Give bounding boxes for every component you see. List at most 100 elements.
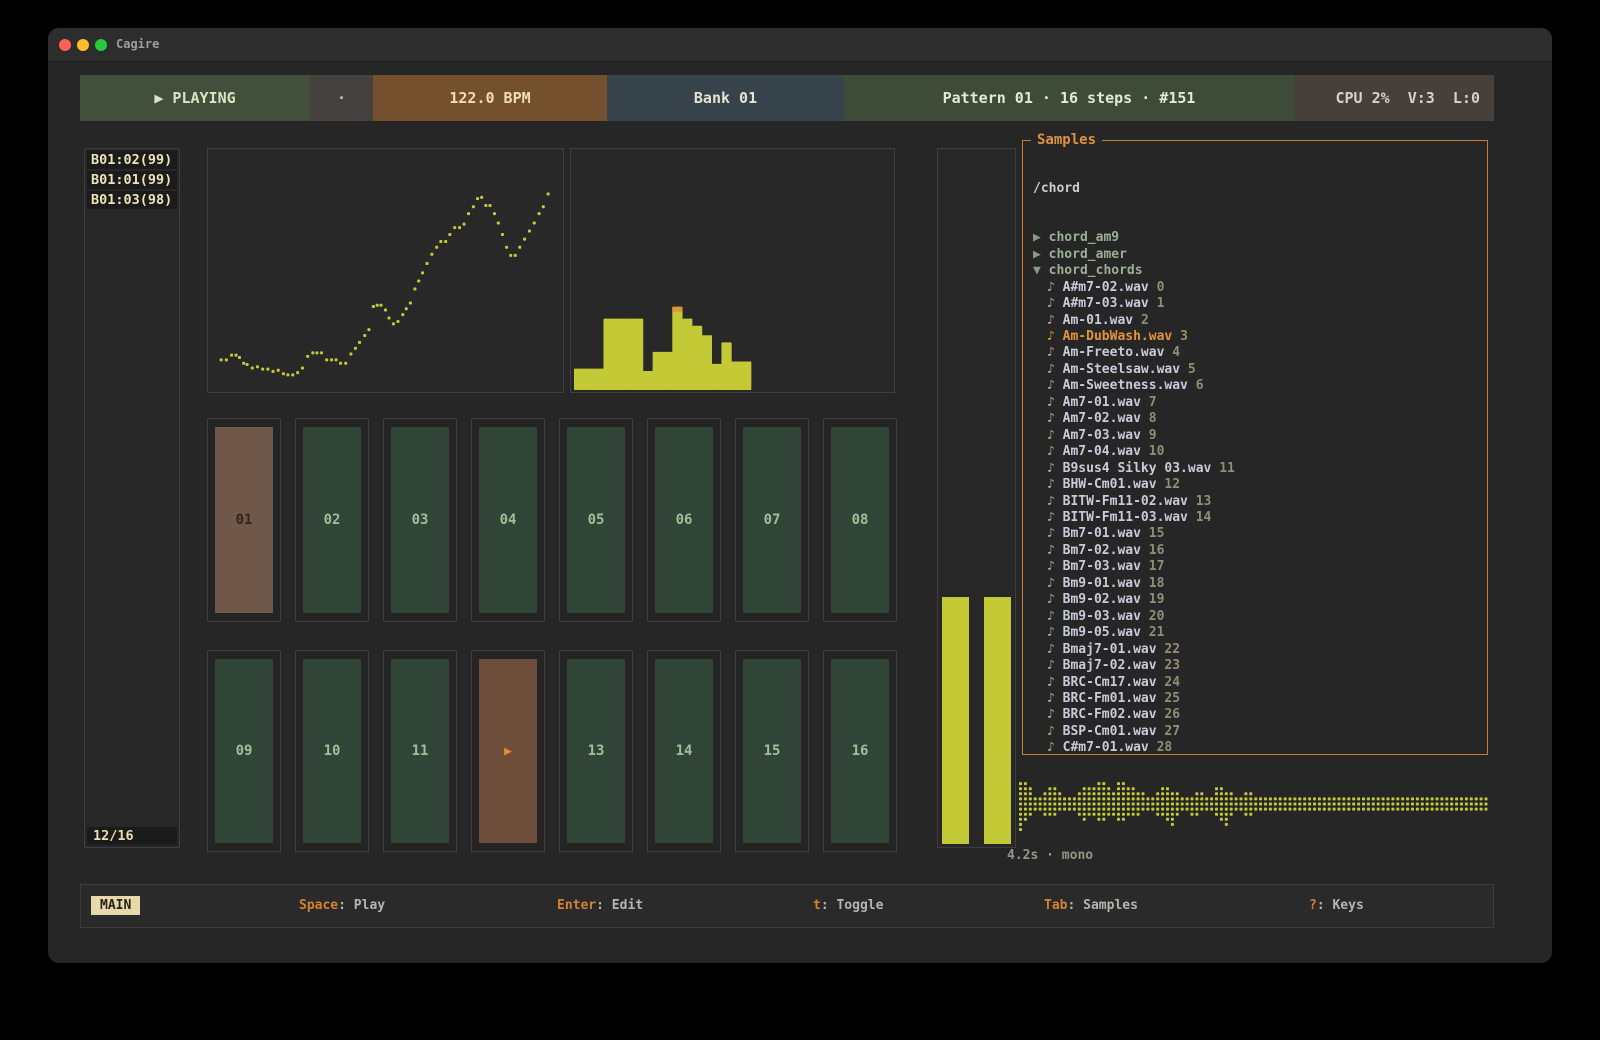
sample-file-27[interactable]: ♪ BSP-Cm01.wav 27 <box>1033 724 1483 740</box>
waveform-dot <box>1102 813 1105 816</box>
scatter-point <box>220 358 223 361</box>
scatter-point <box>463 223 466 226</box>
pad-15[interactable]: 15 <box>735 650 809 852</box>
waveform-dot <box>1323 808 1326 811</box>
sample-file-8[interactable]: ♪ Am7-02.wav 8 <box>1033 411 1483 427</box>
waveform-dot <box>1352 808 1355 811</box>
waveform-dot <box>1024 782 1027 785</box>
waveform-dot <box>1421 803 1424 806</box>
pad-05[interactable]: 05 <box>559 418 633 622</box>
pad-02[interactable]: 02 <box>295 418 369 622</box>
sample-file-25[interactable]: ♪ BRC-Fm01.wav 25 <box>1033 691 1483 707</box>
waveform-dot <box>1254 797 1257 800</box>
hint-label: : Toggle <box>821 898 884 913</box>
waveform-dot <box>1445 803 1448 806</box>
sample-file-2[interactable]: ♪ Am-01.wav 2 <box>1033 313 1483 329</box>
sample-file-22[interactable]: ♪ Bmaj7-01.wav 22 <box>1033 642 1483 658</box>
pad-fill-03: 03 <box>391 427 449 613</box>
sample-file-1[interactable]: ♪ A#m7-03.wav 1 <box>1033 296 1483 312</box>
sample-file-index: 20 <box>1149 609 1165 624</box>
pad-12[interactable]: ▶ <box>471 650 545 852</box>
pad-08[interactable]: 08 <box>823 418 897 622</box>
sample-file-19[interactable]: ♪ Bm9-02.wav 19 <box>1033 592 1483 608</box>
sample-file-index: 15 <box>1149 526 1165 541</box>
sample-file-3[interactable]: ♪ Am-DubWash.wav 3 <box>1033 329 1483 345</box>
zoom-window-button[interactable] <box>95 39 107 51</box>
sample-file-index: 10 <box>1149 444 1165 459</box>
pad-10[interactable]: 10 <box>295 650 369 852</box>
waveform-dot <box>1445 808 1448 811</box>
pad-09[interactable]: 09 <box>207 650 281 852</box>
sample-file-26[interactable]: ♪ BRC-Fm02.wav 26 <box>1033 707 1483 723</box>
close-window-button[interactable] <box>59 39 71 51</box>
folder-chord_am9[interactable]: ▶ chord_am9 <box>1033 230 1483 246</box>
pad-01[interactable]: 01 <box>207 418 281 622</box>
pad-16[interactable]: 16 <box>823 650 897 852</box>
waveform-dot <box>1166 787 1169 790</box>
pad-04[interactable]: 04 <box>471 418 545 622</box>
sample-file-23[interactable]: ♪ Bmaj7-02.wav 23 <box>1033 658 1483 674</box>
waveform-dot <box>1102 792 1105 795</box>
window-title: Cagire <box>116 37 159 51</box>
sample-file-10[interactable]: ♪ Am7-04.wav 10 <box>1033 444 1483 460</box>
sample-file-14[interactable]: ♪ BITW-Fm11-03.wav 14 <box>1033 510 1483 526</box>
sample-file-index: 22 <box>1164 642 1180 657</box>
waveform-dot <box>1377 797 1380 800</box>
pad-03[interactable]: 03 <box>383 418 457 622</box>
pad-14[interactable]: 14 <box>647 650 721 852</box>
scatter-point <box>518 246 521 249</box>
sample-file-11[interactable]: ♪ B9sus4 Silky 03.wav 11 <box>1033 461 1483 477</box>
music-note-icon: ♪ <box>1033 707 1063 722</box>
waveform-dot <box>1406 797 1409 800</box>
scatter-point <box>301 366 304 369</box>
sample-file-17[interactable]: ♪ Bm7-03.wav 17 <box>1033 559 1483 575</box>
queue-counter: 12/16 <box>87 827 177 845</box>
pad-label: 13 <box>588 743 605 759</box>
pad-11[interactable]: 11 <box>383 650 457 852</box>
sample-file-20[interactable]: ♪ Bm9-03.wav 20 <box>1033 609 1483 625</box>
waveform-dot <box>1073 803 1076 806</box>
scatter-point <box>542 205 545 208</box>
pad-label: 14 <box>676 743 693 759</box>
scatter-point <box>448 233 451 236</box>
waveform-dot <box>1044 797 1047 800</box>
waveform-dot <box>1019 787 1022 790</box>
waveform-dot <box>1191 797 1194 800</box>
sample-file-13[interactable]: ♪ BITW-Fm11-02.wav 13 <box>1033 494 1483 510</box>
chevron-down-icon: ▼ <box>1033 263 1049 278</box>
sample-file-18[interactable]: ♪ Bm9-01.wav 18 <box>1033 576 1483 592</box>
minimize-window-button[interactable] <box>77 39 89 51</box>
waveform-dot <box>1220 797 1223 800</box>
pad-07[interactable]: 07 <box>735 418 809 622</box>
waveform-dot <box>1450 797 1453 800</box>
sample-file-28[interactable]: ♪ C#m7-01.wav 28 <box>1033 740 1483 752</box>
pad-label: 08 <box>852 512 869 528</box>
sample-file-15[interactable]: ♪ Bm7-01.wav 15 <box>1033 526 1483 542</box>
bpm-display: 122.0 BPM <box>373 75 607 121</box>
music-note-icon: ♪ <box>1033 313 1063 328</box>
sample-file-9[interactable]: ♪ Am7-03.wav 9 <box>1033 428 1483 444</box>
samples-list[interactable]: /chord ▶ chord_am9▶ chord_amer▼ chord_ch… <box>1033 148 1483 752</box>
sample-file-12[interactable]: ♪ BHW-Cm01.wav 12 <box>1033 477 1483 493</box>
sample-file-16[interactable]: ♪ Bm7-02.wav 16 <box>1033 543 1483 559</box>
folder-chord_amer[interactable]: ▶ chord_amer <box>1033 247 1483 263</box>
pad-06[interactable]: 06 <box>647 418 721 622</box>
waveform-dot <box>1225 818 1228 821</box>
music-note-icon: ♪ <box>1033 559 1063 574</box>
waveform-dot <box>1093 792 1096 795</box>
waveform-dot <box>1200 808 1203 811</box>
sample-file-4[interactable]: ♪ Am-Freeto.wav 4 <box>1033 345 1483 361</box>
queue-item: B01:03(98) <box>87 191 177 209</box>
sample-file-24[interactable]: ♪ BRC-Cm17.wav 24 <box>1033 675 1483 691</box>
waveform-dot <box>1357 797 1360 800</box>
sample-file-21[interactable]: ♪ Bm9-05.wav 21 <box>1033 625 1483 641</box>
sample-file-name: Bm9-02.wav <box>1063 592 1149 607</box>
pad-13[interactable]: 13 <box>559 650 633 852</box>
pad-fill-11: 11 <box>391 659 449 843</box>
folder-chord_chords[interactable]: ▼ chord_chords <box>1033 263 1483 279</box>
sample-file-5[interactable]: ♪ Am-Steelsaw.wav 5 <box>1033 362 1483 378</box>
waveform-dot <box>1112 813 1115 816</box>
sample-file-7[interactable]: ♪ Am7-01.wav 7 <box>1033 395 1483 411</box>
sample-file-6[interactable]: ♪ Am-Sweetness.wav 6 <box>1033 378 1483 394</box>
sample-file-0[interactable]: ♪ A#m7-02.wav 0 <box>1033 280 1483 296</box>
